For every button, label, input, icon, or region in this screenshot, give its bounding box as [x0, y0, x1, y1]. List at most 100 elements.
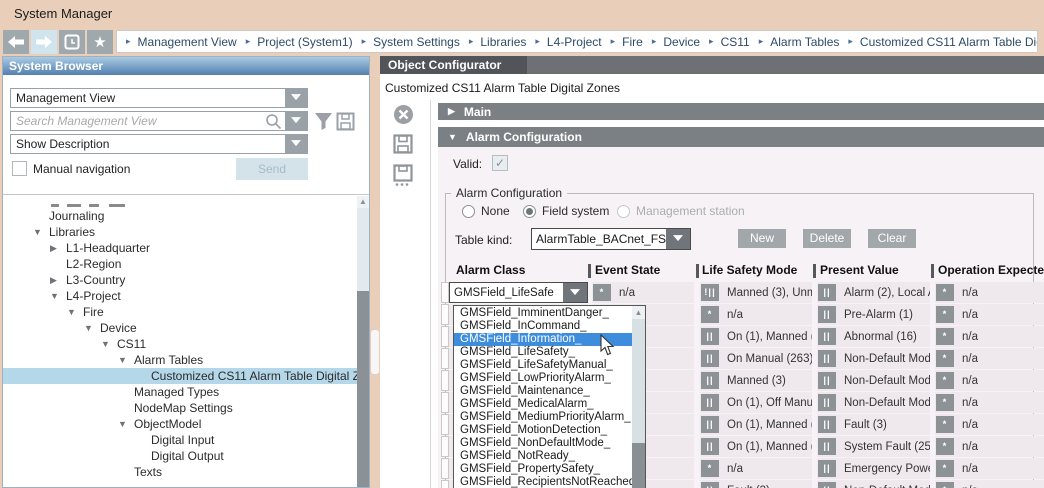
row-selector[interactable]: [441, 458, 449, 479]
tree-expanded-icon[interactable]: ▼: [118, 419, 134, 429]
tree-item[interactable]: ▼Alarm Tables: [3, 352, 357, 368]
favorites-button[interactable]: ★: [87, 30, 113, 54]
panel-splitter[interactable]: [371, 330, 379, 374]
delete-button[interactable]: Delete: [803, 229, 851, 248]
manual-navigation-checkbox[interactable]: [12, 161, 27, 176]
breadcrumb-item[interactable]: Customized CS11 Alarm Table Digital Zone…: [860, 35, 1038, 49]
breadcrumb-item[interactable]: Device: [663, 35, 700, 49]
scrollbar-thumb[interactable]: [357, 291, 369, 487]
tree-item[interactable]: NodeMap Settings: [3, 400, 357, 416]
tree-expanded-icon[interactable]: ▼: [84, 323, 100, 333]
search-options-chevron-icon[interactable]: [285, 112, 307, 130]
breadcrumb-item[interactable]: Alarm Tables: [770, 35, 839, 49]
row-selector[interactable]: [441, 370, 449, 391]
send-button[interactable]: Send: [236, 158, 308, 180]
tree-item[interactable]: ▼ObjectModel: [3, 416, 357, 432]
dropdown-item[interactable]: GMSField_MedicalAlarm_: [454, 398, 632, 411]
chevron-down-icon[interactable]: [285, 135, 307, 153]
breadcrumb-item[interactable]: Fire: [622, 35, 643, 49]
tree-expanded-icon[interactable]: ▼: [118, 355, 134, 365]
table-row[interactable]: GMSField_LifeSafe*n/a!||Manned (3), Unma…: [438, 282, 1044, 303]
clear-button[interactable]: Clear: [868, 229, 916, 248]
table-kind-selector[interactable]: AlarmTable_BACnet_FS20: [531, 228, 691, 250]
tree-collapsed-icon[interactable]: ▶: [50, 275, 66, 286]
breadcrumb-item[interactable]: Management View: [138, 35, 237, 49]
scroll-up-icon[interactable]: ▲: [357, 196, 369, 208]
scrollbar-thumb[interactable]: [632, 443, 645, 488]
radio-off-icon[interactable]: [462, 205, 475, 218]
breadcrumb-item[interactable]: Project (System1): [257, 35, 352, 49]
tree-scrollbar[interactable]: ▲: [357, 196, 369, 487]
dropdown-item[interactable]: GMSField_LifeSafetyManual_: [454, 359, 632, 372]
breadcrumb-item[interactable]: Libraries: [480, 35, 526, 49]
tree-item[interactable]: ▼L4-Project: [3, 288, 357, 304]
dropdown-item[interactable]: GMSField_MediumPriorityAlarm_: [454, 411, 632, 424]
breadcrumb-item[interactable]: L4-Project: [547, 35, 602, 49]
tree-item[interactable]: ▼Fire: [3, 304, 357, 320]
breadcrumb-item[interactable]: CS11: [721, 35, 750, 49]
filter-icon[interactable]: [314, 112, 333, 131]
row-selector[interactable]: [441, 436, 449, 457]
search-icon[interactable]: [265, 113, 282, 130]
description-selector[interactable]: Show Description: [10, 134, 308, 154]
section-collapsed-icon[interactable]: ▶: [448, 106, 455, 117]
row-selector[interactable]: [441, 326, 449, 347]
row-selector[interactable]: [441, 348, 449, 369]
row-selector[interactable]: [441, 414, 449, 435]
row-selector[interactable]: [441, 304, 449, 325]
dropdown-scrollbar[interactable]: ▲: [632, 306, 645, 488]
tree-item[interactable]: Journaling: [3, 208, 357, 224]
tree-collapsed-icon[interactable]: ▶: [50, 243, 66, 254]
dropdown-item[interactable]: GMSField_NonDefaultMode_: [454, 437, 632, 450]
dropdown-item[interactable]: GMSField_LowPriorityAlarm_: [454, 372, 632, 385]
new-button[interactable]: New: [738, 229, 786, 248]
chevron-down-icon[interactable]: [563, 283, 587, 302]
back-button[interactable]: [3, 30, 29, 54]
tree-item[interactable]: Managed Types: [3, 384, 357, 400]
tree-item-selected[interactable]: Customized CS11 Alarm Table Digital Zone…: [3, 368, 357, 384]
tree-item[interactable]: ▼Device: [3, 320, 357, 336]
scroll-up-icon[interactable]: ▲: [632, 306, 645, 319]
valid-checkbox[interactable]: ✓: [492, 155, 508, 171]
tree-item[interactable]: ▼Libraries: [3, 224, 357, 240]
alarm-class-combobox[interactable]: GMSField_LifeSafe: [449, 282, 588, 303]
tree-expanded-icon[interactable]: ▼: [67, 307, 83, 317]
section-alarm-configuration[interactable]: ▼ Alarm Configuration: [438, 127, 1044, 147]
dropdown-item[interactable]: GMSField_ImminentDanger_: [454, 307, 632, 320]
save-as-icon[interactable]: [393, 164, 413, 187]
save-filter-icon[interactable]: [336, 112, 355, 131]
history-button[interactable]: [59, 30, 85, 54]
radio-selected-icon[interactable]: [523, 205, 536, 218]
tree-item[interactable]: Digital Output: [3, 448, 357, 464]
radio-none[interactable]: None: [462, 204, 510, 218]
dropdown-item[interactable]: GMSField_PropertySafety_: [454, 463, 632, 476]
section-expanded-icon[interactable]: ▼: [448, 132, 457, 142]
row-selector[interactable]: [441, 282, 449, 303]
section-main[interactable]: ▶ Main: [438, 103, 1044, 120]
tree-item[interactable]: ▶L3-Country: [3, 272, 357, 288]
tree-item[interactable]: Texts: [3, 464, 357, 480]
tree-item[interactable]: ▼CS11: [3, 336, 357, 352]
dropdown-item[interactable]: GMSField_MotionDetection_: [454, 424, 632, 437]
close-icon[interactable]: [393, 104, 414, 125]
view-selector[interactable]: Management View: [10, 88, 308, 108]
tab-object-configurator[interactable]: Object Configurator: [380, 56, 527, 74]
tree-item[interactable]: L2-Region: [3, 256, 357, 272]
tree-expanded-icon[interactable]: ▼: [50, 291, 66, 301]
save-icon[interactable]: [393, 134, 413, 154]
radio-field-system[interactable]: Field system: [523, 204, 609, 218]
dropdown-item[interactable]: GMSField_Maintenance_: [454, 385, 632, 398]
chevron-down-icon[interactable]: [666, 229, 690, 249]
tree-item[interactable]: Digital Input: [3, 432, 357, 448]
forward-button[interactable]: [31, 30, 57, 54]
dropdown-item[interactable]: GMSField_InCommand_: [454, 320, 632, 333]
tree-expanded-icon[interactable]: ▼: [33, 227, 49, 237]
row-selector[interactable]: [441, 480, 449, 488]
tree-expanded-icon[interactable]: ▼: [101, 339, 117, 349]
chevron-down-icon[interactable]: [285, 89, 307, 107]
dropdown-item[interactable]: GMSField_RecipientsNotReached_: [454, 476, 632, 488]
search-input[interactable]: [11, 114, 265, 128]
dropdown-item[interactable]: GMSField_NotReady_: [454, 450, 632, 463]
row-selector[interactable]: [441, 392, 449, 413]
tree-item[interactable]: ▶L1-Headquarter: [3, 240, 357, 256]
